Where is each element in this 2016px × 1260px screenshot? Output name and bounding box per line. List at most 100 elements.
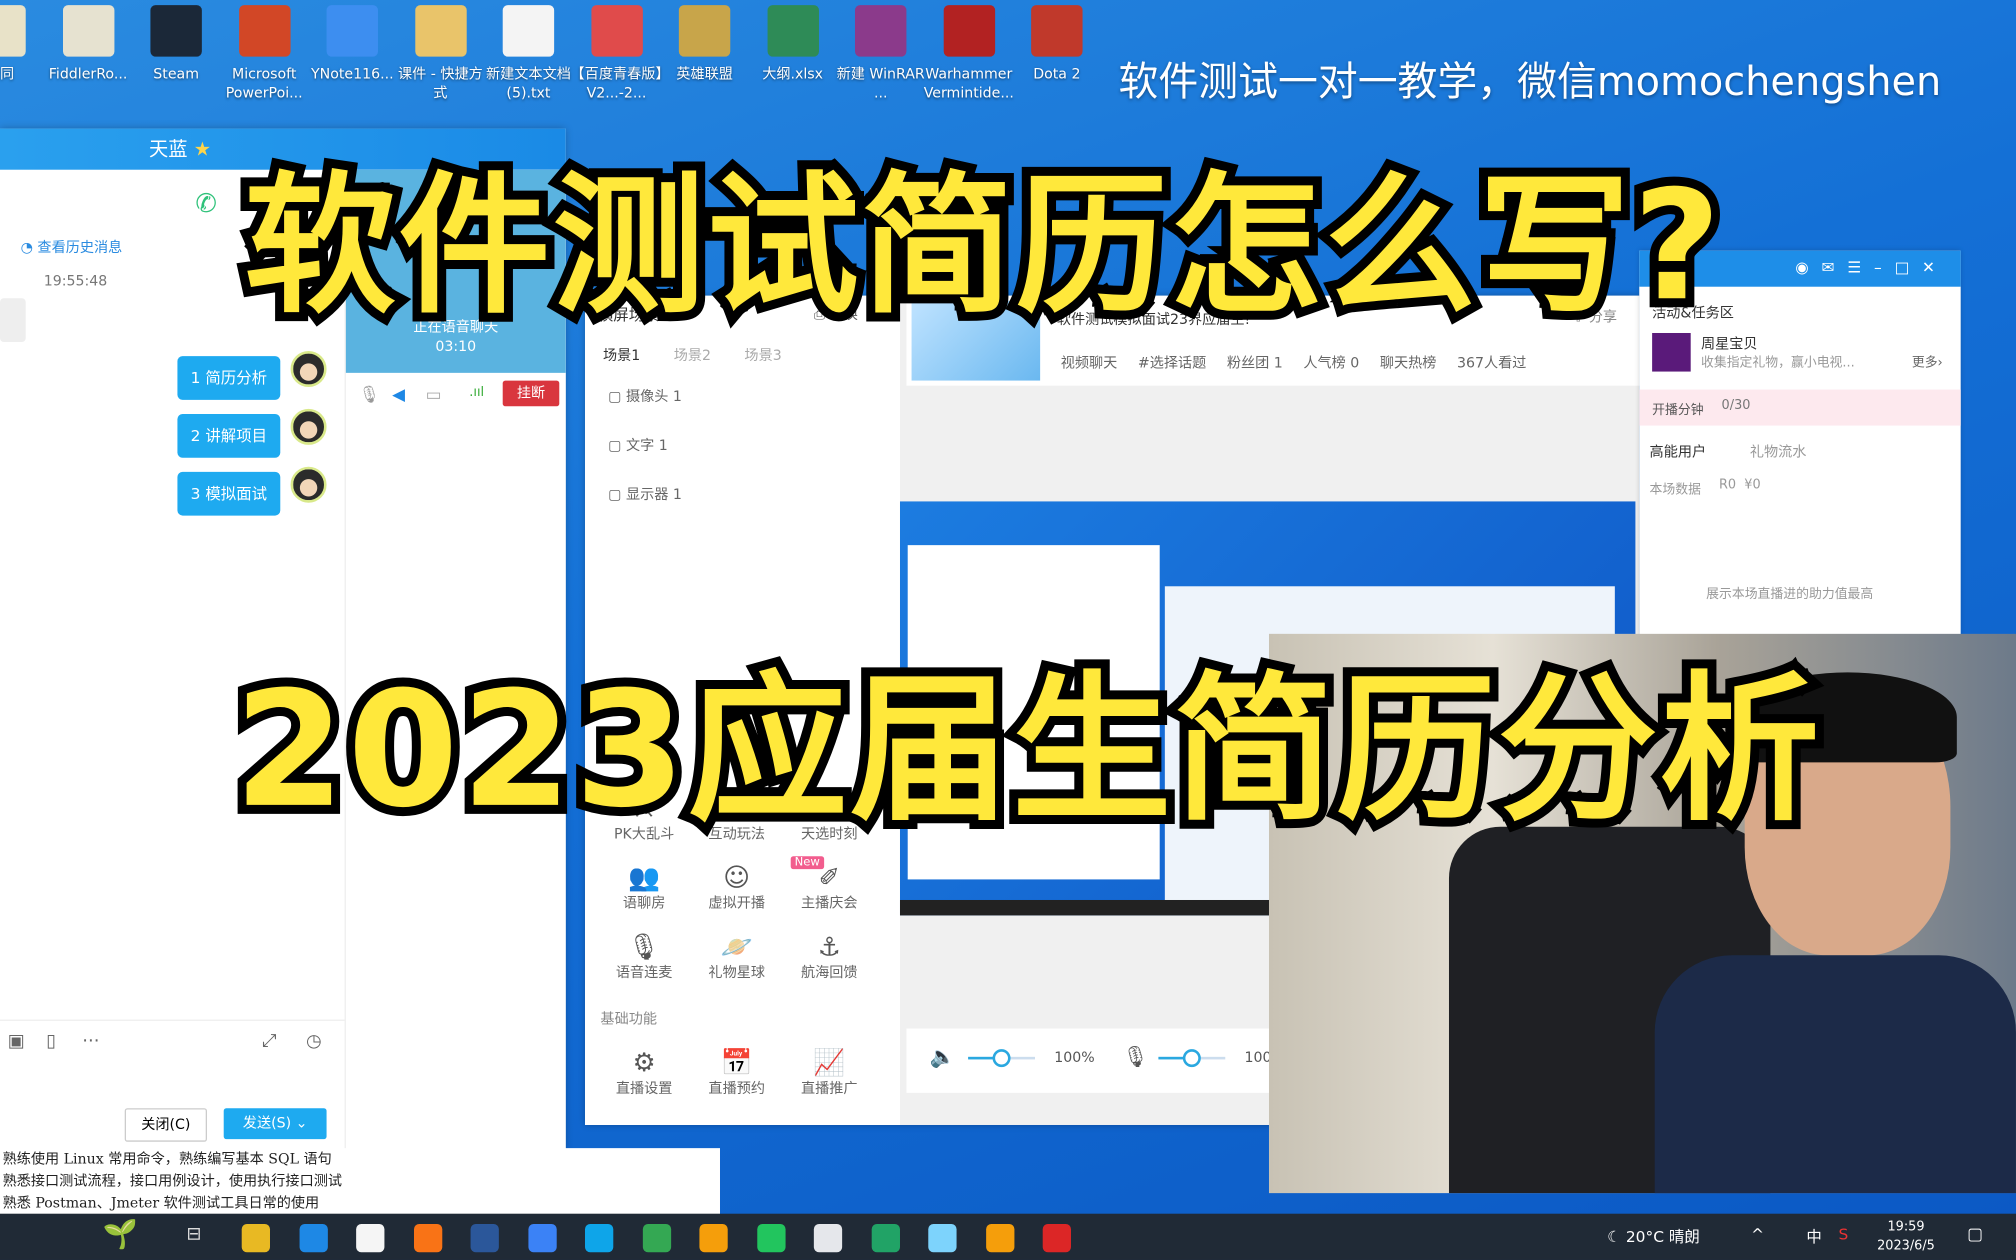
desktop-icon[interactable]: 合同 — [0, 5, 46, 83]
weather-text: 20°C 晴朗 — [1625, 1227, 1700, 1246]
live-minutes-value: 0/30 — [1721, 398, 1751, 413]
speaker-icon[interactable]: 🔈 — [930, 1044, 956, 1068]
avatar[interactable] — [290, 466, 327, 503]
close-button[interactable]: 关闭(C) — [124, 1108, 207, 1142]
stream-tag[interactable]: 人气榜 0 — [1303, 355, 1359, 372]
shake-icon[interactable]: ▯ — [46, 1031, 56, 1052]
send-button[interactable]: 发送(S) ⌄ — [223, 1108, 327, 1140]
more-link[interactable]: 更多› — [1912, 351, 1943, 370]
tab-high-energy-users[interactable]: 高能用户 — [1650, 441, 1707, 462]
avatar[interactable] — [290, 408, 327, 445]
feature-label: 直播预约 — [708, 1079, 765, 1097]
feature-button[interactable]: 📈 直播推广 — [791, 1047, 868, 1098]
sogou-icon[interactable]: S — [1839, 1225, 1849, 1243]
taskbar-app-icon[interactable] — [413, 1223, 442, 1253]
chat-message[interactable]: 3 模拟面试 — [177, 471, 281, 516]
avatar[interactable] — [290, 350, 327, 387]
history-link[interactable]: ◔ 查看历史消息 — [21, 237, 123, 258]
desktop-icon[interactable]: Dota 2 — [1011, 5, 1104, 83]
clock[interactable]: 19:59 2023/6/5 — [1877, 1218, 1935, 1257]
mic-icon[interactable]: 🎙 — [359, 386, 380, 405]
desktop-icon[interactable]: 英雄联盟 — [658, 5, 751, 83]
source-label: 摄像头 1 — [625, 388, 682, 405]
taskbar-app-icon[interactable] — [699, 1223, 728, 1253]
stream-tag[interactable]: 367人看过 — [1457, 355, 1526, 372]
live-minutes-row[interactable]: 开播分钟 0/30 — [1639, 389, 1961, 426]
expand-icon[interactable]: ⤢ — [262, 1031, 276, 1052]
basic-title: 基础功能 — [600, 1010, 657, 1028]
taskbar-app-icon[interactable] — [356, 1223, 385, 1253]
title-line-1: 软件测试简历怎么写? — [235, 148, 1730, 343]
chat-message[interactable]: 2 讲解项目 — [177, 413, 281, 458]
desktop-icon[interactable]: 大纲.xlsx — [746, 5, 839, 83]
clock-icon[interactable]: ◷ — [306, 1031, 322, 1052]
taskbar-app-icon[interactable] — [813, 1223, 843, 1253]
stream-tag[interactable]: 粉丝团 1 — [1227, 355, 1283, 372]
taskbar-app-icon[interactable] — [1042, 1223, 1071, 1253]
taskbar-app-icon[interactable] — [584, 1223, 614, 1253]
taskbar-app-icon[interactable] — [642, 1223, 671, 1253]
notification-icon[interactable]: ▢ — [1967, 1225, 1983, 1244]
feature-label: 虚拟开播 — [708, 894, 765, 912]
feature-label: 语聊房 — [622, 894, 666, 912]
mic-slider[interactable] — [1158, 1049, 1226, 1068]
desktop-icon[interactable]: 【百度青春版】V2...-2... — [570, 5, 663, 103]
ime-indicator[interactable]: 中 — [1806, 1225, 1821, 1247]
mic-icon[interactable]: 🎙 — [1122, 1044, 1148, 1068]
weather[interactable]: ☾ 20°C 晴朗 — [1607, 1225, 1700, 1247]
source-item[interactable]: ▢ 文字 1 — [608, 435, 668, 456]
feature-button[interactable]: 👥 语聊房 — [606, 861, 683, 912]
speaker-icon[interactable]: ◀ — [392, 386, 405, 405]
feature-button[interactable]: ⚓ 航海回馈 — [791, 931, 868, 982]
tab-gift-flow[interactable]: 礼物流水 — [1750, 441, 1807, 462]
feature-button[interactable]: 📅 直播预约 — [698, 1047, 775, 1098]
scene-tab[interactable]: 场景1 — [603, 345, 640, 366]
taskbar-app-icon[interactable] — [241, 1223, 270, 1253]
empty-hint: 展示本场直播进的助力值最高 — [1706, 587, 1874, 602]
speaker-slider[interactable] — [968, 1049, 1035, 1068]
source-item[interactable]: ▢ 显示器 1 — [608, 483, 682, 504]
taskbar-app-icon[interactable] — [527, 1223, 557, 1253]
desktop-icon-label: Dota 2 — [1033, 65, 1081, 83]
app-icon — [943, 5, 995, 57]
taskbar-app-icon[interactable] — [928, 1223, 957, 1253]
desktop-icon[interactable]: Microsoft PowerPoi... — [218, 5, 311, 103]
task-view-icon[interactable]: ⊟ — [186, 1224, 201, 1245]
desktop-icon[interactable]: Warhammer Vermintide... — [922, 5, 1015, 103]
taskbar-app-icon[interactable] — [871, 1223, 900, 1253]
source-item[interactable]: ▢ 摄像头 1 — [608, 386, 682, 407]
app-icon — [238, 5, 290, 57]
taskbar-app-icon[interactable] — [298, 1223, 328, 1253]
desktop-icon[interactable]: 新建文本文档(5).txt — [482, 5, 575, 103]
taskbar-app-icon[interactable] — [470, 1223, 499, 1253]
image-icon[interactable]: ▣ — [8, 1031, 25, 1052]
desktop-icon[interactable]: YNote116... — [306, 5, 399, 83]
stream-tag[interactable]: 视频聊天 — [1061, 355, 1118, 372]
stream-tag[interactable]: #选择话题 — [1138, 355, 1206, 372]
desktop-icon[interactable]: 课件 - 快捷方式 — [394, 5, 487, 103]
feature-button[interactable]: ☺ 虚拟开播 — [698, 861, 775, 912]
stream-tag[interactable]: 聊天热榜 — [1380, 355, 1437, 372]
feature-icon: ⚙ — [632, 1046, 656, 1078]
taskbar-app-icon[interactable] — [756, 1223, 785, 1253]
scene-tab[interactable]: 场景2 — [674, 345, 711, 366]
phone-icon[interactable]: ✆ — [195, 188, 217, 219]
chat-message[interactable]: 1 简历分析 — [177, 356, 281, 400]
new-badge: New — [790, 856, 824, 870]
feature-button[interactable]: 🎙 语音连麦 — [606, 931, 683, 982]
more-icon[interactable]: ··· — [82, 1031, 99, 1052]
desktop-icon[interactable]: Steam — [130, 5, 223, 83]
desktop-icon[interactable]: 新建 WinRAR ... — [834, 5, 927, 103]
desktop-icon[interactable]: FiddlerRo... — [42, 5, 135, 83]
hangup-button[interactable]: 挂断 — [502, 380, 560, 407]
desktop-icon-label: 英雄联盟 — [676, 65, 733, 83]
desktop-icon-label: Steam — [153, 65, 199, 83]
scene-tab[interactable]: 场景3 — [744, 345, 781, 366]
desktop-icon-label: Warhammer Vermintide... — [923, 65, 1014, 102]
camera-icon[interactable]: ▭ — [426, 386, 442, 405]
app-icon — [326, 5, 378, 57]
feature-button[interactable]: 🪐 礼物星球 — [698, 931, 775, 982]
taskbar-app-icon[interactable] — [985, 1223, 1014, 1253]
tray-chevron-icon[interactable]: ^ — [1751, 1225, 1764, 1243]
feature-button[interactable]: ⚙ 直播设置 — [606, 1047, 683, 1098]
